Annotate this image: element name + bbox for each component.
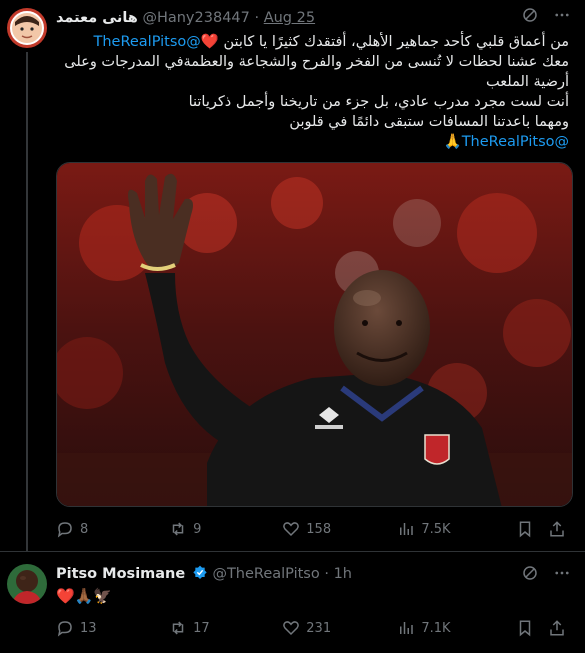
reply-icon (57, 621, 72, 637)
avatar-pitso[interactable] (7, 564, 47, 604)
grok-icon[interactable] (521, 564, 539, 586)
tweet-text: من أعماق قلبي كأحد جماهير الأهلي، أفتقدك… (56, 32, 569, 152)
pray-emoji: 🙏 (443, 134, 462, 150)
tweet-reply[interactable]: Pitso Mosimane @TheRealPitso · 1h ❤️🙏🏾🦅 … (0, 551, 585, 653)
tweet-text: ❤️🙏🏾🦅 (56, 587, 113, 605)
reply-button[interactable]: 8 (56, 520, 169, 538)
like-icon (283, 522, 300, 537)
reply-icon (57, 522, 72, 538)
repost-icon (172, 522, 184, 536)
repost-count: 9 (193, 521, 202, 537)
repost-count: 17 (193, 620, 210, 636)
like-icon (283, 621, 300, 636)
display-name[interactable]: هانى معتمد (56, 10, 138, 26)
like-button[interactable]: 158 (282, 520, 397, 538)
timestamp[interactable]: 1h (334, 566, 352, 582)
text-line: @TheRealPitso🙏 (56, 132, 569, 152)
tweet-actions: 13 17 231 7.1K (56, 618, 569, 638)
thread-line (26, 52, 28, 552)
separator-dot: · (254, 10, 260, 26)
reply-button[interactable]: 13 (56, 619, 169, 637)
like-button[interactable]: 231 (282, 619, 397, 637)
text-line: من أعماق قلبي كأحد جماهير الأهلي، أفتقدك… (93, 34, 569, 50)
reply-count: 13 (80, 620, 97, 636)
views-count: 7.1K (421, 620, 451, 636)
tweet-photo[interactable] (56, 162, 573, 507)
display-name[interactable]: Pitso Mosimane (56, 566, 185, 582)
separator-dot: · (324, 566, 329, 582)
reply-count: 8 (80, 521, 89, 537)
user-handle[interactable]: @TheRealPitso (212, 566, 319, 582)
bookmark-icon (520, 521, 531, 538)
views-button[interactable]: 7.1K (397, 619, 516, 637)
avatar-hany[interactable] (7, 8, 47, 48)
tweet-actions: 8 9 158 7.5K (56, 519, 569, 539)
views-count: 7.5K (421, 521, 451, 537)
tweet-header: هانى معتمد @Hany238447 · Aug 25 (56, 8, 569, 28)
views-icon (400, 523, 414, 535)
like-count: 231 (306, 620, 332, 636)
more-icon[interactable] (553, 6, 571, 28)
views-icon (400, 622, 414, 634)
more-icon[interactable] (553, 564, 571, 586)
like-count: 158 (306, 521, 332, 537)
heart-emoji: ❤️ (200, 34, 219, 50)
mention-link[interactable]: @TheRealPitso (462, 134, 569, 150)
tweet-header: Pitso Mosimane @TheRealPitso · 1h (56, 564, 569, 584)
grok-icon[interactable] (521, 6, 539, 28)
bookmark-button[interactable] (516, 520, 547, 538)
user-handle[interactable]: @Hany238447 (142, 10, 249, 26)
text-line: أرضية الملعب (486, 74, 569, 90)
repost-button[interactable]: 9 (169, 520, 282, 538)
bookmark-button[interactable] (516, 619, 547, 637)
share-icon (549, 521, 564, 537)
views-button[interactable]: 7.5K (397, 520, 516, 538)
share-icon (549, 620, 564, 636)
text-line: أنت لست مجرد مدرب عادي، بل جزء من تاريخن… (188, 94, 569, 110)
verified-badge-icon (193, 565, 207, 579)
repost-icon (172, 621, 184, 635)
bookmark-icon (520, 620, 531, 637)
text-line: معك عشنا لحظات لا تُنسى من الفخر والفرح … (64, 54, 569, 70)
repost-button[interactable]: 17 (169, 619, 282, 637)
text-line: ومهما باعدتنا المسافات ستبقى دائمًا في ق… (289, 114, 569, 130)
share-button[interactable] (548, 520, 569, 538)
timestamp[interactable]: Aug 25 (264, 10, 315, 26)
mention-link[interactable]: @TheRealPitso (93, 34, 200, 50)
share-button[interactable] (548, 619, 569, 637)
tweet-original[interactable]: هانى معتمد @Hany238447 · Aug 25 من أعماق… (0, 0, 585, 552)
